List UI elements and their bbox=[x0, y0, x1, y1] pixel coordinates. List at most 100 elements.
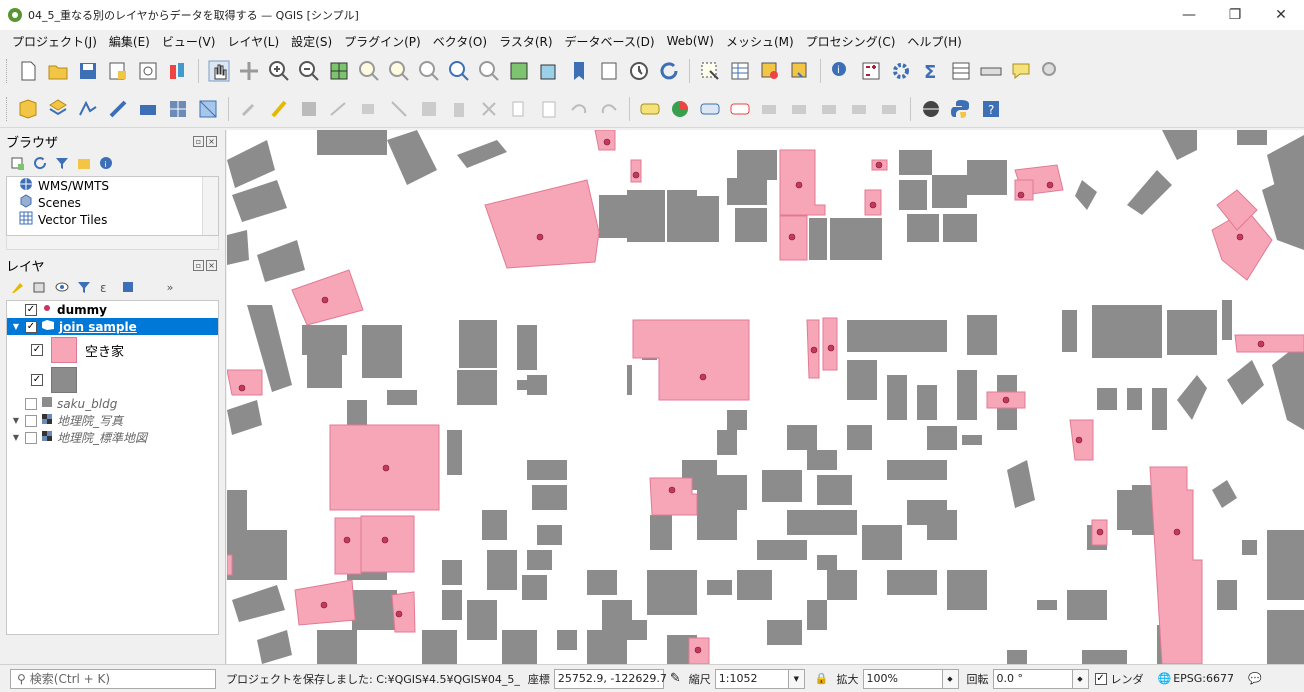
manage-visibility-icon[interactable] bbox=[54, 279, 70, 295]
zoom-last-icon[interactable] bbox=[445, 57, 473, 85]
new-3d-view-icon[interactable] bbox=[535, 57, 563, 85]
save-project-icon[interactable] bbox=[74, 57, 102, 85]
plugin-globe-icon[interactable] bbox=[917, 95, 945, 123]
pan-icon[interactable] bbox=[205, 57, 233, 85]
legend-checkbox[interactable]: ✓ bbox=[31, 374, 43, 386]
menu-plugins[interactable]: プラグイン(P) bbox=[338, 33, 427, 50]
browser-item-scenes[interactable]: Scenes bbox=[7, 194, 218, 211]
style-manager-icon[interactable] bbox=[164, 57, 192, 85]
add-spatialite-icon[interactable] bbox=[134, 95, 162, 123]
save-edits-icon[interactable] bbox=[295, 95, 323, 123]
select-by-value-icon[interactable] bbox=[786, 57, 814, 85]
toolbar-grip[interactable] bbox=[6, 96, 10, 121]
menu-processing[interactable]: プロセシング(C) bbox=[800, 33, 902, 50]
new-map-view-icon[interactable] bbox=[505, 57, 533, 85]
measure-icon[interactable] bbox=[977, 57, 1005, 85]
processing-toolbox-icon[interactable] bbox=[887, 57, 915, 85]
scale-dropdown-icon[interactable]: ▼ bbox=[788, 668, 805, 689]
open-table-icon[interactable] bbox=[947, 57, 975, 85]
menu-help[interactable]: ヘルプ(H) bbox=[901, 33, 967, 50]
zoom-selection-icon[interactable] bbox=[355, 57, 383, 85]
filter-browser-icon[interactable] bbox=[54, 155, 70, 171]
delete-selected-icon[interactable] bbox=[445, 95, 473, 123]
pan-to-selection-icon[interactable] bbox=[235, 57, 263, 85]
toggle-extents-icon[interactable]: ✎ bbox=[670, 671, 681, 686]
data-source-manager-icon[interactable] bbox=[14, 95, 42, 123]
toggle-editing-icon[interactable] bbox=[265, 95, 293, 123]
collapse-arrow-icon[interactable]: ▼ bbox=[11, 322, 21, 331]
legend-checkbox[interactable]: ✓ bbox=[31, 344, 43, 356]
locator-icon[interactable] bbox=[1037, 57, 1065, 85]
legend-item-vacant[interactable]: ✓ 空き家 bbox=[7, 335, 218, 365]
map-svg[interactable] bbox=[227, 130, 1304, 664]
modify-attributes-icon[interactable] bbox=[415, 95, 443, 123]
magnifier-spin-icon[interactable]: ◆ bbox=[942, 668, 959, 689]
browser-vertical-scrollbar[interactable] bbox=[202, 177, 218, 235]
highlight-pinned-labels-icon[interactable] bbox=[696, 95, 724, 123]
lock-scale-icon[interactable]: 🔒 bbox=[815, 672, 829, 685]
select-features-icon[interactable] bbox=[696, 57, 724, 85]
expand-arrow-icon[interactable]: ▼ bbox=[11, 416, 21, 425]
layer-row-saku-bldg[interactable]: saku_bldg bbox=[7, 395, 218, 412]
magnifier-spinbox[interactable]: 100% bbox=[862, 668, 943, 689]
show-hide-labels-icon[interactable] bbox=[756, 95, 784, 123]
crs-globe-icon[interactable]: 🌐 bbox=[1158, 672, 1172, 685]
menu-project[interactable]: プロジェクト(J) bbox=[6, 33, 103, 50]
new-project-icon[interactable] bbox=[14, 57, 42, 85]
temporal-controller-icon[interactable] bbox=[625, 57, 653, 85]
label-properties-icon[interactable] bbox=[876, 95, 904, 123]
add-layers-icon[interactable] bbox=[10, 155, 26, 171]
menu-settings[interactable]: 設定(S) bbox=[285, 33, 338, 50]
toolbar-grip[interactable] bbox=[6, 59, 10, 83]
layer-visibility-checkbox[interactable] bbox=[25, 414, 37, 427]
open-project-icon[interactable] bbox=[44, 57, 72, 85]
add-raster-layer-icon[interactable] bbox=[164, 95, 192, 123]
menu-vector[interactable]: ベクタ(O) bbox=[427, 33, 493, 50]
zoom-out-icon[interactable] bbox=[295, 57, 323, 85]
minimize-button[interactable]: — bbox=[1166, 0, 1212, 30]
expand-all-icon[interactable] bbox=[120, 279, 136, 295]
undo-icon[interactable] bbox=[565, 95, 593, 123]
float-panel-icon[interactable]: ▫ bbox=[193, 135, 204, 147]
zoom-layer-icon[interactable] bbox=[385, 57, 413, 85]
crs-button[interactable]: EPSG:6677 bbox=[1173, 672, 1234, 685]
layer-row-dummy[interactable]: ✓ dummy bbox=[7, 301, 218, 318]
pin-labels-icon[interactable] bbox=[726, 95, 754, 123]
layer-row-gsi-standard[interactable]: ▼ 地理院_標準地図 bbox=[7, 429, 218, 446]
rotation-spinbox[interactable]: 0.0 ° bbox=[992, 668, 1073, 689]
render-checkbox[interactable]: ✓ bbox=[1094, 672, 1107, 685]
paste-features-icon[interactable] bbox=[535, 95, 563, 123]
layer-visibility-checkbox[interactable] bbox=[25, 397, 37, 410]
layer-row-join-sample[interactable]: ▼ ✓ join sample bbox=[7, 318, 218, 335]
refresh-browser-icon[interactable] bbox=[32, 155, 48, 171]
zoom-in-icon[interactable] bbox=[265, 57, 293, 85]
locator-search-input[interactable]: ⚲ 検索(Ctrl + K) bbox=[10, 668, 216, 689]
close-button[interactable]: ✕ bbox=[1258, 0, 1304, 30]
close-panel-icon[interactable]: × bbox=[206, 259, 217, 271]
layer-visibility-checkbox[interactable]: ✓ bbox=[25, 320, 37, 333]
legend-item-other[interactable]: ✓ bbox=[7, 365, 218, 395]
layer-visibility-checkbox[interactable]: ✓ bbox=[25, 303, 37, 316]
maximize-button[interactable]: ❐ bbox=[1212, 0, 1258, 30]
statistics-icon[interactable]: Σ bbox=[917, 57, 945, 85]
map-canvas[interactable] bbox=[227, 130, 1304, 664]
new-geopackage-layer-icon[interactable] bbox=[44, 95, 72, 123]
menu-raster[interactable]: ラスタ(R) bbox=[493, 33, 558, 50]
expand-arrow-icon[interactable]: ▼ bbox=[11, 433, 21, 442]
current-edits-icon[interactable] bbox=[235, 95, 263, 123]
browser-horizontal-scrollbar[interactable] bbox=[6, 236, 219, 250]
cut-features-icon[interactable] bbox=[475, 95, 503, 123]
spatial-bookmark-icon[interactable] bbox=[565, 57, 593, 85]
redo-icon[interactable] bbox=[595, 95, 623, 123]
layer-visibility-checkbox[interactable] bbox=[25, 431, 37, 444]
coordinate-field[interactable]: 25752.9, -122629.7 bbox=[553, 668, 667, 689]
scale-combobox[interactable]: 1:1052 bbox=[714, 668, 789, 689]
browser-item-vector-tiles[interactable]: Vector Tiles bbox=[7, 211, 218, 228]
menu-edit[interactable]: 編集(E) bbox=[103, 33, 156, 50]
new-print-layout-icon[interactable] bbox=[104, 57, 132, 85]
show-bookmarks-icon[interactable] bbox=[595, 57, 623, 85]
zoom-native-icon[interactable] bbox=[415, 57, 443, 85]
attribute-table-icon[interactable] bbox=[726, 57, 754, 85]
style-panel-icon[interactable] bbox=[10, 279, 26, 295]
add-vector-layer-icon[interactable] bbox=[74, 95, 102, 123]
